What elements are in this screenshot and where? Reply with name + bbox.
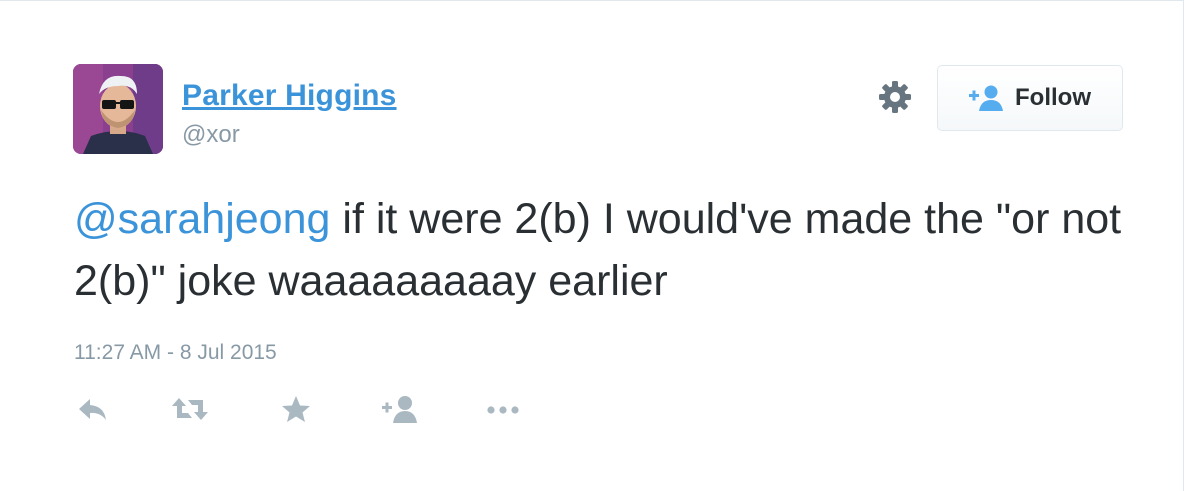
more-icon[interactable] xyxy=(484,393,524,425)
follow-button-label: Follow xyxy=(1015,84,1091,111)
add-user-icon xyxy=(969,85,1003,111)
star-icon[interactable] xyxy=(279,393,313,425)
tweet-timestamp[interactable]: 11:27 AM - 8 Jul 2015 xyxy=(74,341,277,365)
gear-icon[interactable] xyxy=(877,79,913,115)
tweet-card: Parker Higgins @xor Follow @sarahjeong i… xyxy=(0,0,1184,491)
author-handle[interactable]: @xor xyxy=(182,121,240,149)
tweet-text: @sarahjeong if it were 2(b) I would've m… xyxy=(74,188,1134,312)
mention-link[interactable]: @sarahjeong xyxy=(74,195,330,243)
reply-icon[interactable] xyxy=(76,393,110,425)
follow-button[interactable]: Follow xyxy=(937,65,1123,131)
avatar[interactable] xyxy=(73,64,163,154)
add-user-icon[interactable] xyxy=(381,393,421,425)
retweet-icon[interactable] xyxy=(170,393,210,425)
avatar-image xyxy=(73,64,163,154)
author-display-name[interactable]: Parker Higgins xyxy=(182,79,397,113)
